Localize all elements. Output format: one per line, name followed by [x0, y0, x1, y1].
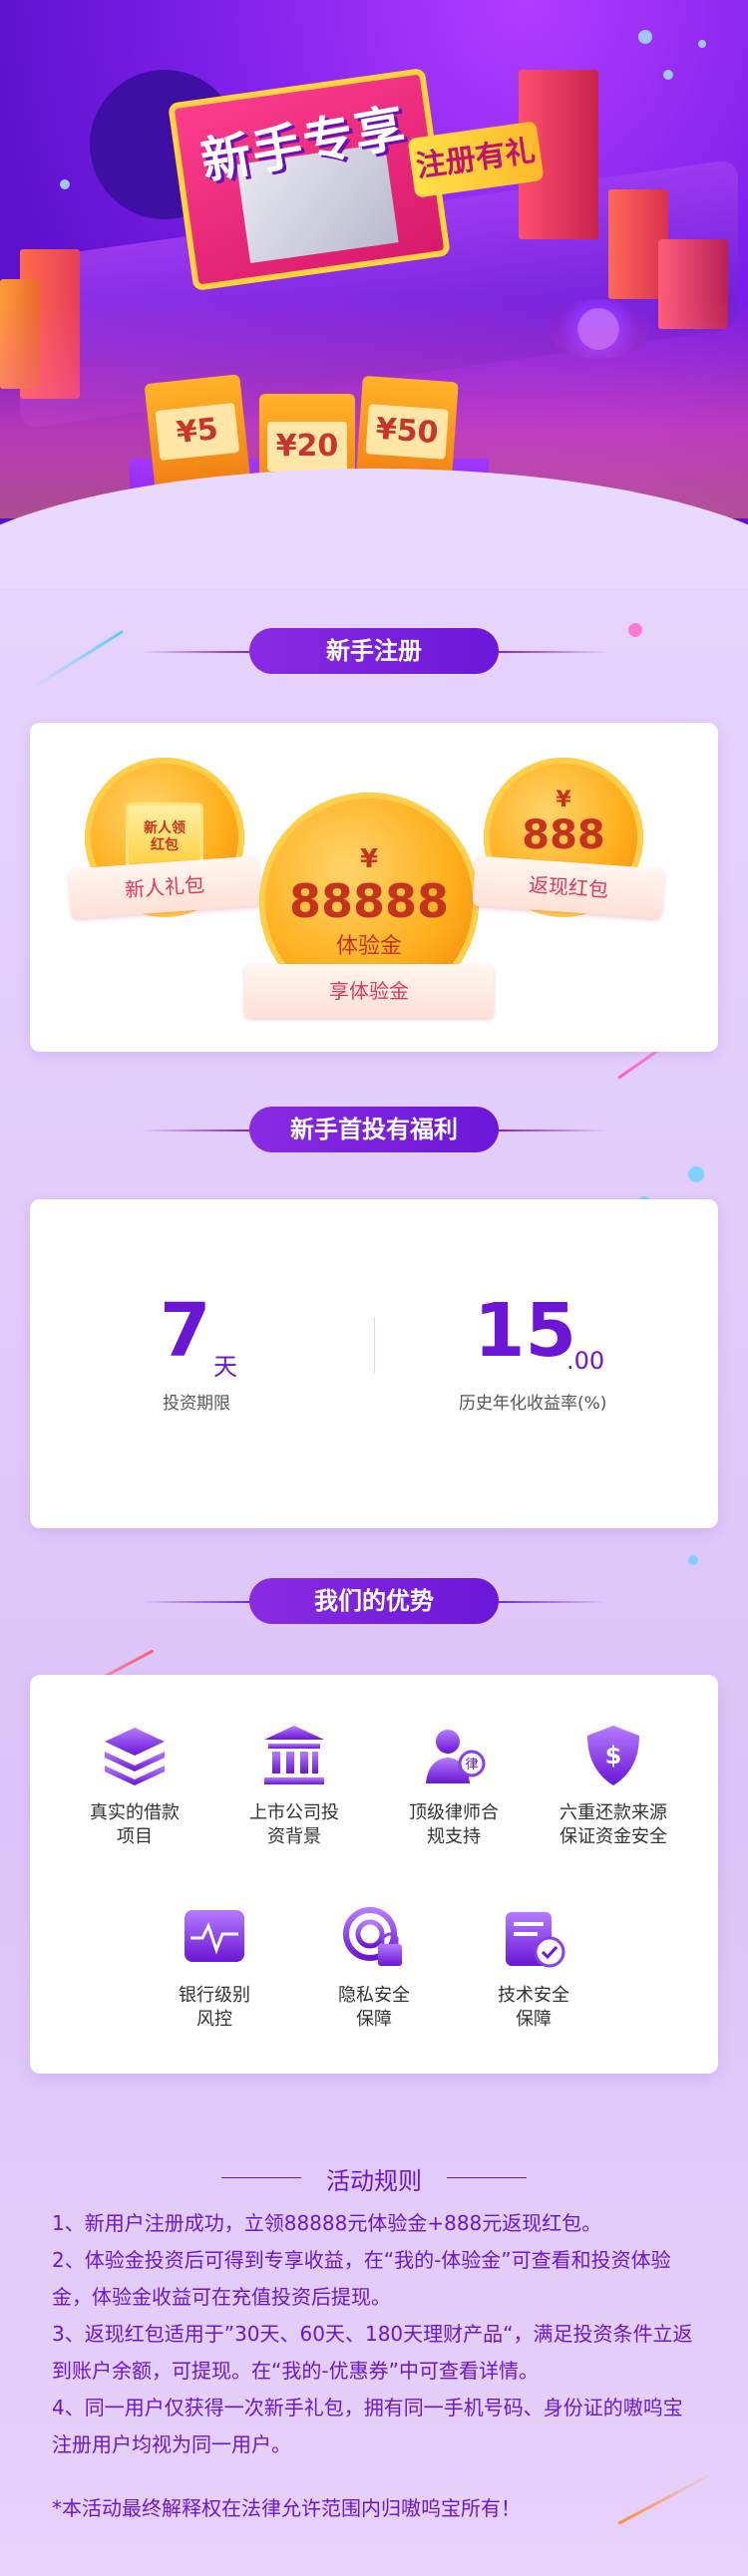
section-title-register: 新手注册 [249, 628, 499, 674]
bubble [688, 1166, 704, 1182]
section-title-invest: 新手首投有福利 [249, 1107, 499, 1152]
section-line [499, 1129, 608, 1131]
section-line [499, 651, 608, 653]
hero-coupon-amount: ¥5 [155, 402, 240, 462]
advantages-card: 真实的借款 项目 上市公司投 资背景 律 顶级律师合 规支持 $ 六重还款来源 … [30, 1675, 718, 2074]
advantage-label: 上市公司投 资背景 [249, 1802, 339, 1847]
trial-fund-sub: 体验金 [335, 934, 402, 959]
rules-note: *本活动最终解释权在法律允许范围内归嗷呜宝所有！ [52, 2496, 521, 2520]
currency-symbol: ¥ [359, 844, 379, 874]
advantage-item: 隐私安全 保障 [299, 1902, 449, 2032]
advantage-label: 真实的借款 项目 [90, 1802, 180, 1847]
rule-item: 3、返现红包适用于”30天、60天、180天理财产品“，满足投资条件立返到账户余… [52, 2322, 693, 2383]
layers-icon [99, 1720, 171, 1791]
advantage-label: 隐私安全 保障 [338, 1985, 410, 2030]
lawyer-icon: 律 [418, 1720, 490, 1791]
hero-dot [638, 30, 652, 44]
section-line [140, 1601, 249, 1603]
rate-label: 历史年化收益率(%) [459, 1394, 607, 1414]
bank-icon [258, 1720, 330, 1791]
section-title-advantages: 我们的优势 [249, 1578, 499, 1624]
hero-dot [698, 40, 706, 48]
advantage-item: 技术安全 保障 [459, 1902, 608, 2032]
hero-coupon-amount: ¥50 [365, 404, 449, 460]
bubble [688, 1555, 698, 1565]
hero-coupon-amount: ¥20 [267, 422, 347, 472]
section-line [140, 651, 249, 653]
rules-line [447, 2177, 527, 2178]
advantage-item: 银行级别 风控 [140, 1902, 289, 2032]
svg-text:$: $ [605, 1742, 622, 1770]
bubble [628, 623, 642, 637]
period-label: 投资期限 [163, 1394, 230, 1414]
hero-dot [663, 70, 673, 80]
advantage-item: 律 顶级律师合 规支持 [379, 1720, 529, 1849]
period-value: 7 [160, 1288, 211, 1374]
advantage-item: $ 六重还款来源 保证资金安全 [539, 1720, 688, 1849]
hero-dot [60, 179, 70, 189]
svg-text:律: 律 [465, 1758, 478, 1772]
advantage-label: 六重还款来源 保证资金安全 [560, 1802, 667, 1847]
sparkle [29, 629, 125, 691]
period-unit: 天 [213, 1353, 237, 1381]
advantage-item: 上市公司投 资背景 [219, 1720, 369, 1849]
invest-card: 7 天 投资期限 15 .00 历史年化收益率(%) [30, 1199, 718, 1528]
rate-value: 15 [474, 1288, 576, 1374]
advantage-label: 银行级别 风控 [179, 1985, 250, 2030]
section-line [140, 1129, 249, 1131]
advantage-label: 技术安全 保障 [498, 1985, 569, 2030]
hero-banner: 新手专享 注册有礼 ¥5 ¥20 ¥50 [0, 0, 748, 588]
rate-decimal: .00 [566, 1347, 605, 1375]
trial-fund-amount: 88888 [288, 874, 450, 928]
cash-amount: 888 [522, 812, 605, 858]
privacy-lock-icon [338, 1902, 410, 1974]
gift-box-text: 新人领 红包 [144, 820, 186, 853]
shield-dollar-icon: $ [577, 1720, 649, 1791]
pulse-monitor-icon [179, 1902, 250, 1974]
advantage-item: 真实的借款 项目 [60, 1720, 209, 1849]
register-card: 新人领 红包 新人礼包 ¥ 88888 体验金 享体验金 ¥ 888 现金 返现… [30, 723, 718, 1052]
currency-symbol: ¥ [556, 788, 571, 812]
rule-item: 4、同一用户仅获得一次新手礼包，拥有同一手机号码、身份证的嗷呜宝注册用户均视为同… [52, 2396, 683, 2456]
rules-title: 活动规则 [326, 2167, 422, 2195]
trial-fund-ribbon: 享体验金 [244, 964, 494, 1018]
section-line [499, 1601, 608, 1603]
advantage-label: 顶级律师合 规支持 [409, 1802, 499, 1847]
stat-divider [374, 1317, 375, 1373]
rule-item: 2、体验金投资后可得到专享收益，在“我的-体验金”可查看和投资体验金，体验金收益… [52, 2248, 671, 2309]
tech-check-icon [498, 1902, 569, 1974]
rules-list: 1、新用户注册成功，立领88888元体验金+888元返现红包。 2、体验金投资后… [52, 2205, 700, 2463]
rule-item: 1、新用户注册成功，立领88888元体验金+888元返现红包。 [52, 2211, 602, 2235]
